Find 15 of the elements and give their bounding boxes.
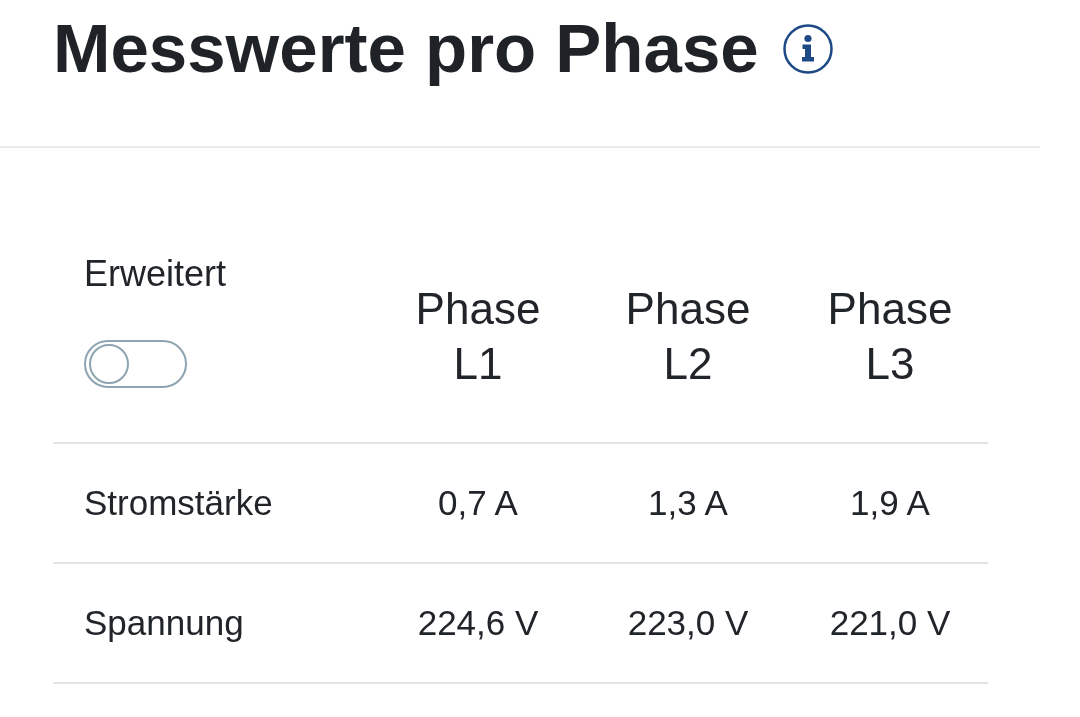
row-label: Spannung bbox=[83, 602, 244, 644]
column-header: Phase L3 bbox=[827, 283, 953, 390]
info-icon[interactable] bbox=[782, 24, 833, 74]
toggle-label: Erweitert bbox=[84, 252, 227, 295]
table-cell: 1,9 A bbox=[850, 482, 930, 524]
table-cell: 1,3 A bbox=[648, 482, 728, 524]
column-header: Phase L1 bbox=[415, 283, 541, 390]
column-header: Phase L2 bbox=[625, 283, 751, 390]
page-title: Messwerte pro Phase bbox=[53, 9, 759, 89]
row-label: Stromstärke bbox=[83, 482, 273, 524]
table-cell: 223,0 V bbox=[627, 602, 749, 644]
table-cell: 0,7 A bbox=[438, 482, 518, 524]
table-cell: 221,0 V bbox=[829, 602, 951, 644]
table-cell: 224,6 V bbox=[417, 602, 539, 644]
toggle-switch[interactable] bbox=[84, 340, 187, 388]
